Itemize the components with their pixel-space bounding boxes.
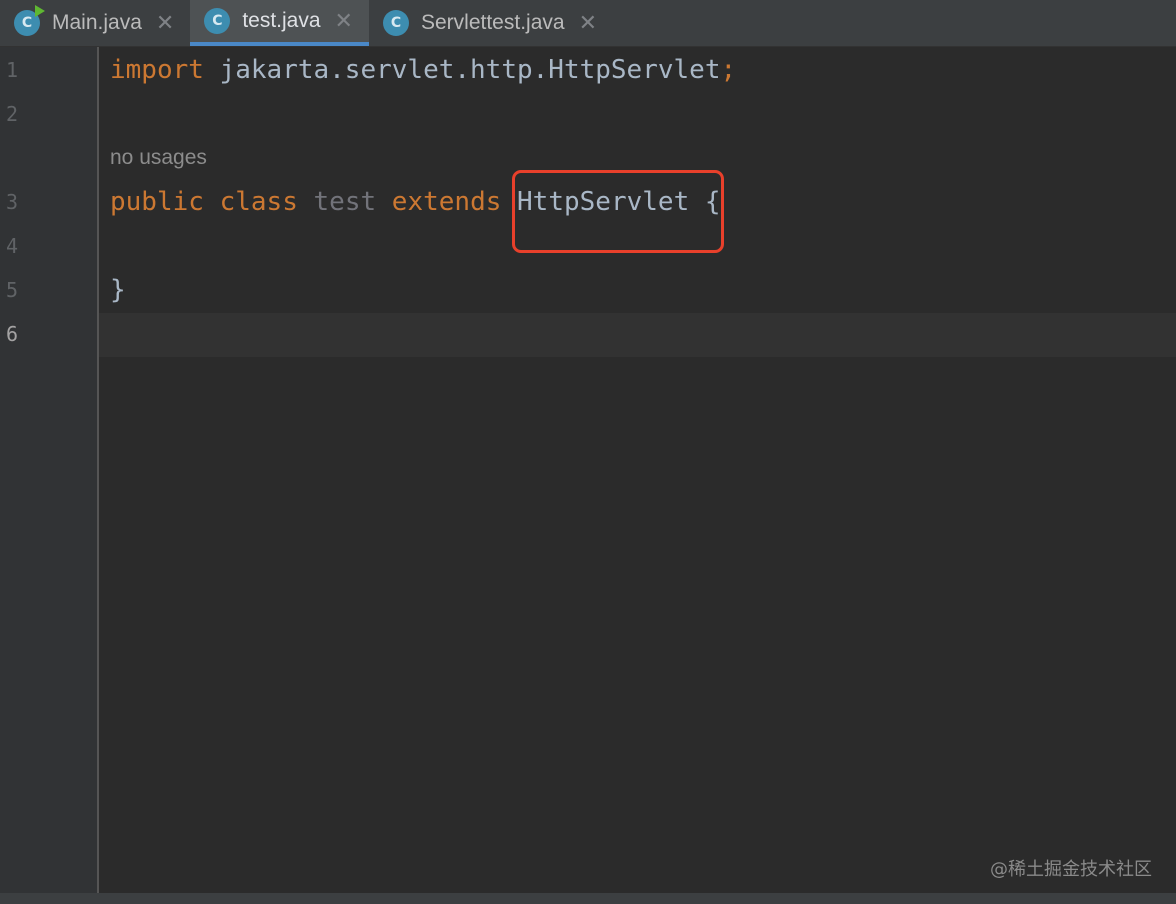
tab-servlettest-java[interactable]: C Servlettest.java ✕: [369, 0, 613, 46]
run-badge-icon: [35, 5, 45, 17]
tab-label: Main.java: [52, 11, 142, 34]
usages-hint[interactable]: no usages: [110, 146, 207, 170]
java-class-icon: C: [204, 8, 231, 34]
watermark: @稀土掘金技术社区: [990, 859, 1152, 880]
import-path: jakarta.servlet.http.HttpServlet: [203, 55, 721, 85]
current-line-highlight: [99, 313, 1176, 357]
line-number: 3: [6, 190, 19, 214]
class-name: test: [313, 187, 377, 217]
editor-tab-bar: C Main.java ✕ C test.java ✕ C Servlettes…: [0, 0, 1176, 47]
line-number: 4: [6, 234, 19, 258]
red-annotation-box: [512, 170, 724, 253]
code-editor[interactable]: import jakarta.servlet.http.HttpServlet;…: [99, 47, 1176, 893]
ide-window: C Main.java ✕ C test.java ✕ C Servlettes…: [0, 0, 1176, 904]
java-class-icon: C: [382, 10, 409, 36]
keyword-extends: extends: [391, 187, 502, 217]
tab-test-java[interactable]: C test.java ✕: [190, 0, 369, 46]
tab-main-java[interactable]: C Main.java ✕: [0, 0, 190, 46]
code-line-1: import jakarta.servlet.http.HttpServlet;: [110, 55, 736, 85]
tab-label: test.java: [242, 9, 321, 32]
close-icon[interactable]: ✕: [156, 12, 174, 34]
line-number: 2: [6, 102, 19, 126]
code-line-5: }: [110, 275, 126, 305]
tab-label: Servlettest.java: [420, 11, 565, 34]
keyword-import: import: [110, 55, 204, 85]
semicolon: ;: [720, 55, 737, 85]
java-class-icon: C: [14, 5, 45, 36]
line-number: 1: [6, 58, 19, 82]
keyword-public: public: [110, 187, 204, 217]
bottom-border: [0, 893, 1176, 904]
line-number-current: 6: [6, 322, 19, 346]
keyword-class: class: [219, 187, 298, 217]
line-number-gutter[interactable]: 1 2 3 4 5 6: [0, 47, 99, 893]
line-number: 5: [6, 278, 19, 302]
close-icon[interactable]: ✕: [579, 12, 597, 34]
close-icon[interactable]: ✕: [335, 10, 353, 32]
